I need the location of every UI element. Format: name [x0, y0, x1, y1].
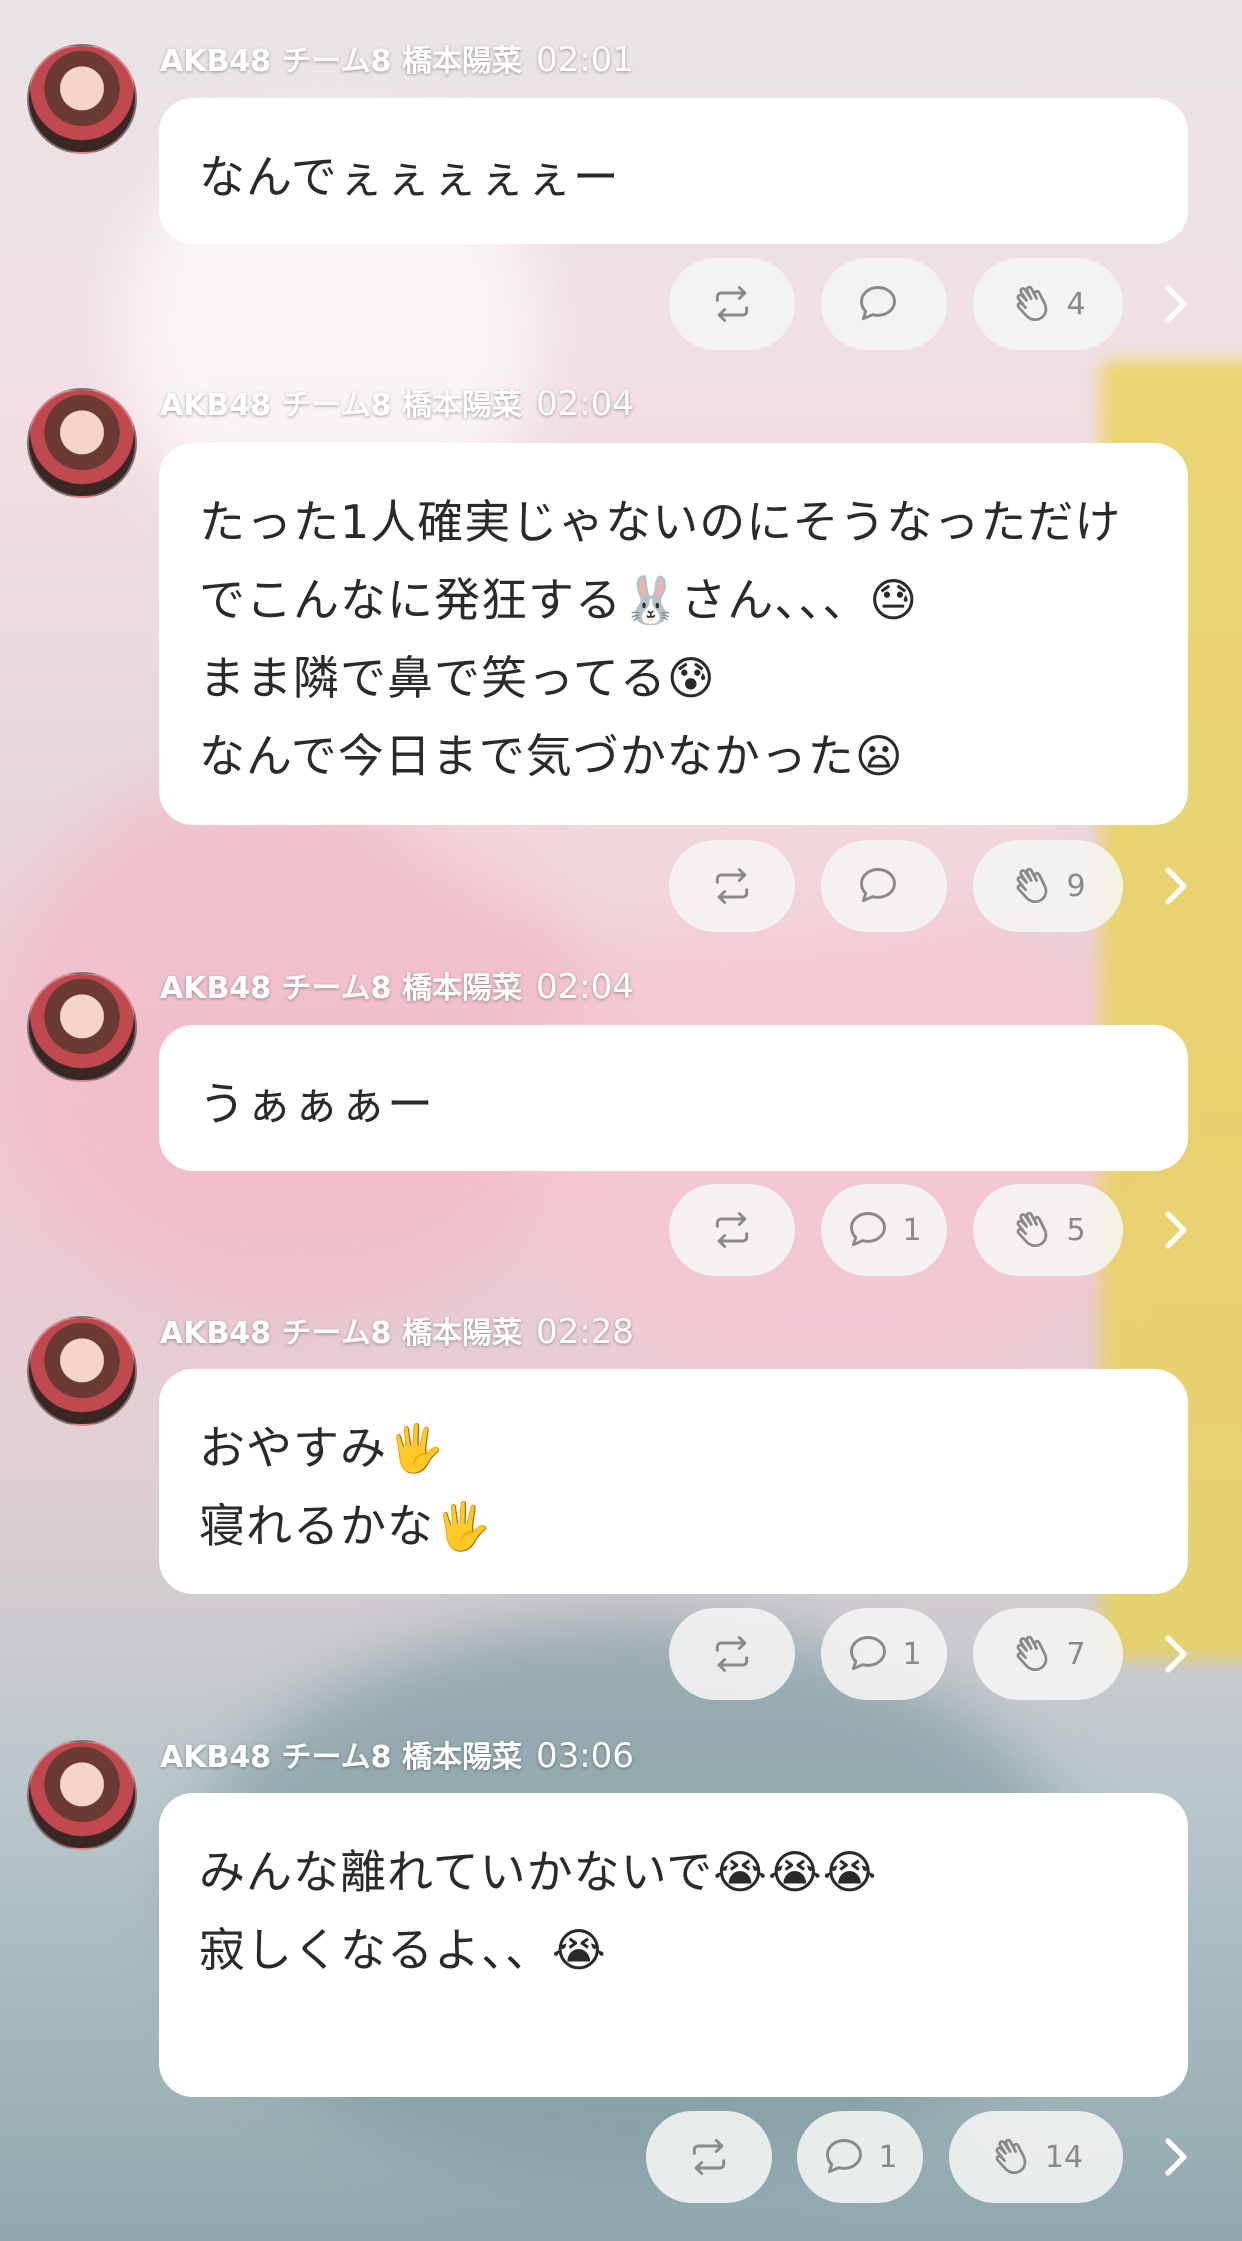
retweet-button[interactable]	[669, 1608, 795, 1700]
reply-button[interactable]: 1	[821, 1608, 947, 1700]
message-header: AKB48 チーム8 橋本陽菜 02:04	[160, 967, 634, 1007]
retweet-button[interactable]	[669, 258, 795, 350]
avatar[interactable]	[27, 44, 137, 154]
author-name: AKB48 チーム8 橋本陽菜	[160, 971, 522, 1006]
clap-hand-icon	[1017, 1211, 1048, 1248]
speech-bubble-icon	[850, 1636, 887, 1671]
clap-count: 4	[1066, 286, 1086, 322]
author-name: AKB48 チーム8 橋本陽菜	[160, 1316, 522, 1351]
clap-hand-icon	[1017, 285, 1048, 322]
clap-hand-icon	[1017, 867, 1048, 904]
clap-button[interactable]: 5	[973, 1184, 1123, 1276]
clap-button[interactable]: 4	[973, 258, 1123, 350]
message-bubble: うぁぁぁー	[159, 1025, 1188, 1171]
chevron-right-icon[interactable]	[1160, 1630, 1192, 1678]
avatar[interactable]	[27, 1740, 137, 1850]
retweet-icon	[715, 286, 749, 322]
reply-button[interactable]: 1	[797, 2111, 923, 2203]
retweet-button[interactable]	[669, 840, 795, 932]
retweet-icon	[692, 2139, 726, 2175]
avatar[interactable]	[27, 1316, 137, 1426]
speech-bubble-icon	[860, 286, 896, 321]
message-time: 02:01	[535, 40, 634, 80]
clap-button[interactable]: 7	[973, 1608, 1123, 1700]
author-name: AKB48 チーム8 橋本陽菜	[160, 388, 522, 423]
message-header: AKB48 チーム8 橋本陽菜 02:28	[160, 1312, 634, 1352]
reply-count: 1	[878, 2139, 898, 2175]
message-actions: 1 14	[0, 2111, 1242, 2203]
clap-hand-icon	[995, 2138, 1027, 2175]
chevron-right-icon[interactable]	[1160, 1206, 1192, 1254]
retweet-button[interactable]	[669, 1184, 795, 1276]
message-header: AKB48 チーム8 橋本陽菜 02:04	[160, 384, 634, 424]
message-header: AKB48 チーム8 橋本陽菜 02:01	[160, 40, 634, 80]
reply-count: 1	[902, 1212, 922, 1248]
message-header: AKB48 チーム8 橋本陽菜 03:06	[160, 1736, 634, 1776]
message-time: 02:04	[535, 967, 634, 1007]
message-time: 03:06	[535, 1736, 634, 1776]
retweet-button[interactable]	[646, 2111, 772, 2203]
reply-count: 1	[902, 1636, 922, 1672]
reply-button[interactable]: 1	[821, 1184, 947, 1276]
retweet-icon	[715, 868, 749, 904]
clap-button[interactable]: 14	[949, 2111, 1123, 2203]
retweet-icon	[715, 1636, 749, 1672]
clap-count: 5	[1066, 1212, 1086, 1248]
chevron-right-icon[interactable]	[1160, 2133, 1192, 2181]
speech-bubble-icon	[826, 2139, 863, 2174]
clap-count: 14	[1044, 2139, 1084, 2175]
clap-count: 7	[1066, 1636, 1086, 1672]
retweet-icon	[715, 1212, 749, 1248]
message-bubble: たった1人確実じゃないのにそうなっただけでこんなに発狂する🐰さん、、、😓 まま隣…	[159, 443, 1188, 825]
clap-hand-icon	[1017, 1635, 1048, 1672]
message-time: 02:04	[535, 384, 634, 424]
author-name: AKB48 チーム8 橋本陽菜	[160, 44, 522, 79]
message-actions: 1 5	[0, 1184, 1242, 1276]
message-bubble: みんな離れていかないで😭😭😭 寂しくなるよ、、😭	[159, 1793, 1188, 2097]
reply-button[interactable]	[821, 840, 947, 932]
clap-count: 9	[1066, 868, 1086, 904]
chevron-right-icon[interactable]	[1160, 862, 1192, 910]
reply-button[interactable]	[821, 258, 947, 350]
speech-bubble-icon	[860, 868, 896, 903]
message-time: 02:28	[535, 1312, 634, 1352]
chevron-right-icon[interactable]	[1160, 280, 1192, 328]
message-actions: 9	[0, 840, 1242, 932]
message-bubble: おやすみ🖐 寝れるかな🖐	[159, 1369, 1188, 1594]
avatar[interactable]	[27, 972, 137, 1082]
avatar[interactable]	[27, 388, 137, 498]
author-name: AKB48 チーム8 橋本陽菜	[160, 1740, 522, 1775]
speech-bubble-icon	[850, 1212, 887, 1247]
message-actions: 4	[0, 258, 1242, 350]
clap-button[interactable]: 9	[973, 840, 1123, 932]
message-actions: 1 7	[0, 1608, 1242, 1700]
message-bubble: なんでぇぇぇぇぇー	[159, 98, 1188, 244]
